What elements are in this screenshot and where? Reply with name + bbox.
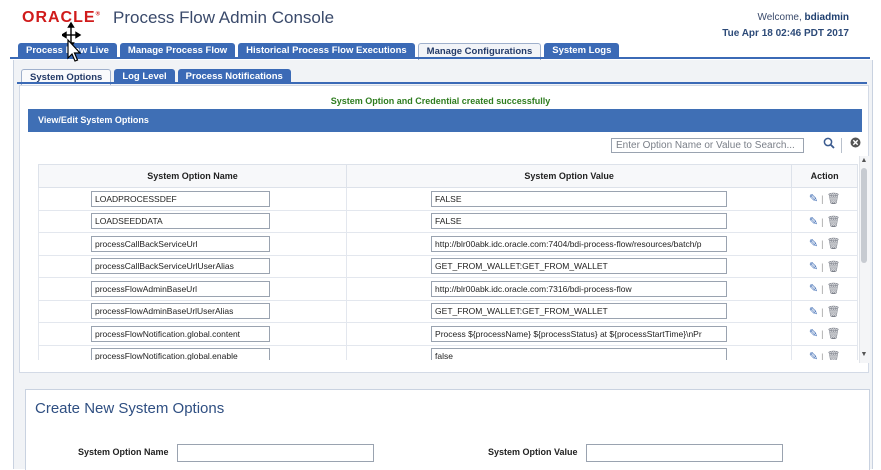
clear-icon[interactable] <box>847 137 863 154</box>
scroll-thumb[interactable] <box>861 168 867 263</box>
new-option-name-input[interactable] <box>177 444 374 462</box>
success-message: System Option and Credential created suc… <box>330 96 551 106</box>
option-name-field[interactable]: processFlowAdminBaseUrl <box>91 280 270 297</box>
option-value-field[interactable]: http://blr00abk.idc.oracle.com:7404/bdi-… <box>431 235 728 252</box>
option-name-field[interactable]: processFlowNotification.global.content <box>91 325 270 342</box>
create-title: Create New System Options <box>35 400 225 417</box>
table-row: processFlowNotification.global.enable fa… <box>38 344 858 360</box>
option-name-field[interactable]: LOADPROCESSDEF <box>91 190 270 207</box>
option-value-field[interactable]: FALSE <box>431 190 728 207</box>
trash-icon[interactable]: 🗑 <box>826 328 840 340</box>
option-value-field[interactable]: FALSE <box>431 213 728 230</box>
scroll-down-icon[interactable]: ▼ <box>859 351 869 359</box>
table-row: LOADPROCESSDEF FALSE ✎ | 🗑 <box>38 187 858 211</box>
edit-pencil-icon[interactable]: ✎ <box>809 328 818 340</box>
option-name-field[interactable]: processFlowAdminBaseUrlUserAlias <box>91 303 270 320</box>
edit-pencil-icon[interactable]: ✎ <box>809 306 818 318</box>
table-row: processFlowNotification.global.content P… <box>38 322 858 346</box>
sub-tabs-underline <box>17 82 867 84</box>
trash-icon[interactable]: 🗑 <box>826 283 840 295</box>
option-value-field[interactable]: http://blr00abk.idc.oracle.com:7316/bdi-… <box>431 280 728 297</box>
search-icon[interactable] <box>819 137 839 154</box>
table-row: processFlowAdminBaseUrl http://blr00abk.… <box>38 277 858 301</box>
move-cursor-icon <box>60 20 86 66</box>
table-row: processFlowAdminBaseUrlUserAlias GET_FRO… <box>38 299 858 323</box>
new-option-name-label: System Option Name <box>78 447 169 457</box>
action-divider: | <box>821 329 824 340</box>
edit-pencil-icon[interactable]: ✎ <box>809 193 818 205</box>
edit-pencil-icon[interactable]: ✎ <box>809 216 818 228</box>
column-header-name: System Option Name <box>38 164 348 188</box>
option-value-field[interactable]: Process ${processName} ${processStatus} … <box>431 325 728 342</box>
table-row: processCallBackServiceUrl http://blr00ab… <box>38 232 858 256</box>
trash-icon[interactable]: 🗑 <box>826 261 840 273</box>
option-value-field[interactable]: GET_FROM_WALLET:GET_FROM_WALLET <box>431 303 728 320</box>
edit-pencil-icon[interactable]: ✎ <box>809 238 818 250</box>
table-row: processCallBackServiceUrlUserAlias GET_F… <box>38 254 858 278</box>
trash-icon[interactable]: 🗑 <box>826 306 840 318</box>
tab-manage-process-flow[interactable]: Manage Process Flow <box>119 43 236 58</box>
action-divider: | <box>821 194 824 205</box>
action-divider: | <box>821 216 824 227</box>
option-name-field[interactable]: processCallBackServiceUrl <box>91 235 270 252</box>
action-divider: | <box>821 306 824 317</box>
trash-icon[interactable]: 🗑 <box>826 351 840 360</box>
edit-pencil-icon[interactable]: ✎ <box>809 283 818 295</box>
main-tabs: Process Flow Live Manage Process Flow Hi… <box>18 43 620 60</box>
app-title: Process Flow Admin Console <box>113 8 335 27</box>
action-divider: | <box>821 261 824 272</box>
option-name-field[interactable]: processCallBackServiceUrlUserAlias <box>91 258 270 275</box>
panel-header: View/Edit System Options <box>28 109 862 132</box>
edit-pencil-icon[interactable]: ✎ <box>809 261 818 273</box>
tab-log-level[interactable]: Log Level <box>114 69 175 83</box>
action-divider: | <box>821 284 824 295</box>
options-table: System Option Name System Option Value A… <box>38 164 858 360</box>
welcome-text: Welcome, bdiadmin <box>757 12 849 23</box>
scroll-up-icon[interactable]: ▲ <box>859 157 869 165</box>
options-table-wrapper: System Option Name System Option Value A… <box>38 164 858 360</box>
main-tabs-underline <box>10 57 870 59</box>
table-row: LOADSEEDDATA FALSE ✎ | 🗑 <box>38 209 858 233</box>
new-option-value-label: System Option Value <box>488 447 578 457</box>
edit-pencil-icon[interactable]: ✎ <box>809 351 818 360</box>
column-header-value: System Option Value <box>346 164 793 188</box>
option-name-field[interactable]: processFlowNotification.global.enable <box>91 348 270 360</box>
trash-icon[interactable]: 🗑 <box>826 193 840 205</box>
new-option-value-input[interactable] <box>586 444 783 462</box>
action-divider: | <box>821 351 824 360</box>
trash-icon[interactable]: 🗑 <box>826 216 840 228</box>
trash-icon[interactable]: 🗑 <box>826 238 840 250</box>
option-name-field[interactable]: LOADSEEDDATA <box>91 213 270 230</box>
search-divider <box>841 138 842 153</box>
datetime: Tue Apr 18 02:46 PDT 2017 <box>722 28 849 39</box>
username: bdiadmin <box>804 12 849 23</box>
column-header-action: Action <box>791 164 858 188</box>
tab-process-notifications[interactable]: Process Notifications <box>177 69 291 83</box>
tab-historical-executions[interactable]: Historical Process Flow Executions <box>238 43 415 58</box>
option-value-field[interactable]: GET_FROM_WALLET:GET_FROM_WALLET <box>431 258 728 275</box>
action-divider: | <box>821 239 824 250</box>
search-input[interactable]: Enter Option Name or Value to Search... <box>611 138 804 153</box>
option-value-field[interactable]: false <box>431 348 728 360</box>
tab-system-logs[interactable]: System Logs <box>544 43 620 58</box>
